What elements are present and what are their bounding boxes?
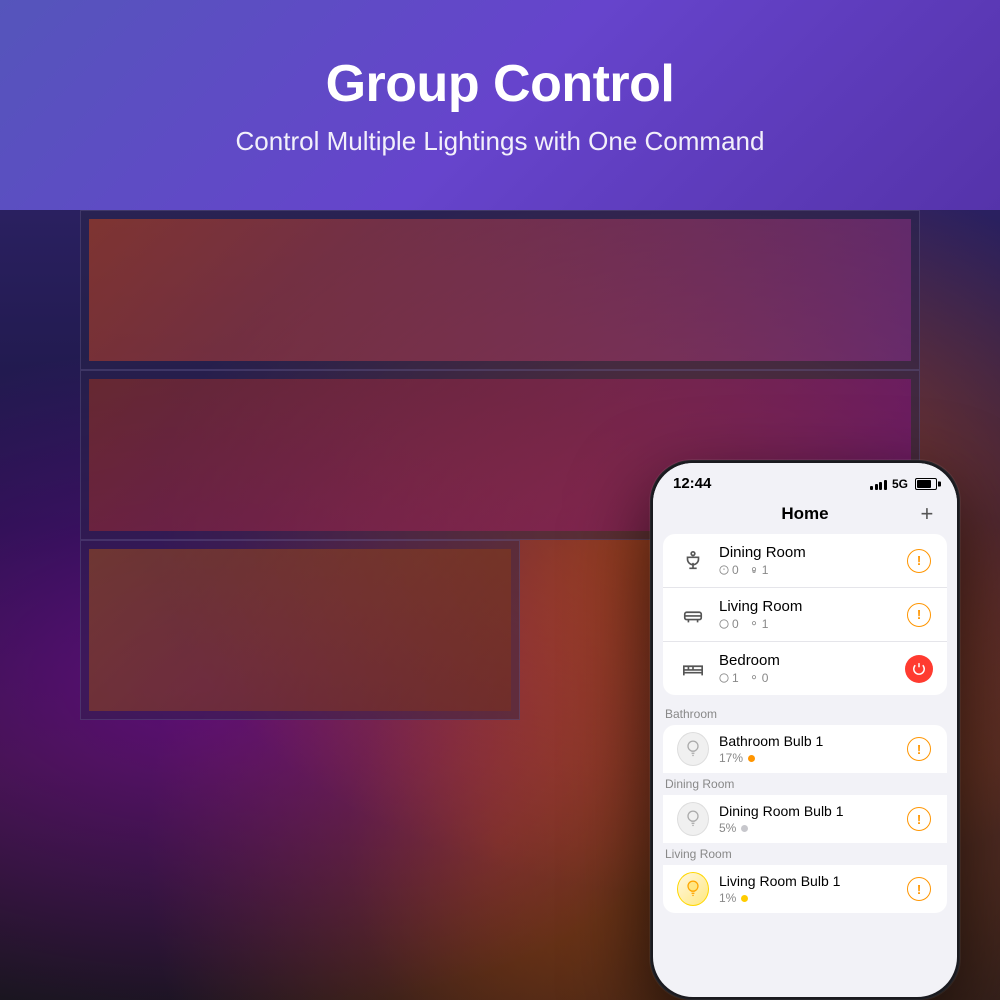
- dining-room-name: Dining Room: [719, 544, 905, 561]
- device-item-dining-bulb1[interactable]: Dining Room Bulb 1 5% !: [663, 795, 947, 843]
- signal-bars-icon: [870, 478, 887, 490]
- living-room-name: Living Room: [719, 598, 905, 615]
- status-time: 12:44: [673, 475, 711, 492]
- status-dot-dining: [741, 825, 748, 832]
- network-type: 5G: [892, 477, 908, 491]
- bedroom-bulb-count: 0: [749, 671, 769, 685]
- device-item-bathroom-bulb1[interactable]: Bathroom Bulb 1 17% !: [663, 725, 947, 773]
- bulb-active-circle-living: [677, 872, 709, 906]
- device-item-living-bulb1[interactable]: Living Room Bulb 1 1% !: [663, 865, 947, 913]
- bathroom-bulb1-name: Bathroom Bulb 1: [719, 733, 905, 749]
- device-list-dining: Dining Room Bulb 1 5% !: [663, 795, 947, 843]
- bedroom-plug-count: 1: [719, 671, 739, 685]
- dining-room-stats: 0 1: [719, 563, 905, 577]
- device-list-living: Living Room Bulb 1 1% !: [663, 865, 947, 913]
- bathroom-bulb1-action[interactable]: !: [905, 735, 933, 763]
- dining-bulb1-status: 5%: [719, 821, 905, 835]
- room-item-dining[interactable]: Dining Room 0 1: [663, 534, 947, 588]
- bedroom-action[interactable]: [905, 655, 933, 683]
- bathroom-bulb1-icon: [677, 733, 709, 765]
- living-room-icon: [677, 599, 709, 631]
- battery-icon: [915, 478, 937, 490]
- header-section: Group Control Control Multiple Lightings…: [0, 0, 1000, 210]
- alert-icon-bathroom-bulb1: !: [907, 737, 931, 761]
- dining-bulb1-action[interactable]: !: [905, 805, 933, 833]
- bedroom-name: Bedroom: [719, 652, 905, 669]
- living-bulb-count: 1: [749, 617, 769, 631]
- phone-screen: 12:44 5G: [653, 463, 957, 997]
- section-header-living-device: Living Room: [653, 843, 957, 865]
- living-bulb1-action[interactable]: !: [905, 875, 933, 903]
- living-plug-count: 0: [719, 617, 739, 631]
- status-bar: 12:44 5G: [653, 463, 957, 496]
- living-bulb1-name: Living Room Bulb 1: [719, 873, 905, 889]
- power-icon-bedroom: [905, 655, 933, 683]
- page-wrapper: Group Control Control Multiple Lightings…: [0, 0, 1000, 1000]
- alert-icon-dining: !: [907, 549, 931, 573]
- app-title: Home: [781, 504, 828, 524]
- living-bulb1-info: Living Room Bulb 1 1%: [719, 873, 905, 905]
- bulb-inactive-circle-dining: [677, 802, 709, 836]
- alert-icon-living: !: [907, 603, 931, 627]
- bathroom-bulb1-percent: 17%: [719, 751, 743, 765]
- add-button[interactable]: +: [915, 502, 939, 526]
- house-lower-floor: [80, 540, 520, 720]
- dining-room-action[interactable]: !: [905, 547, 933, 575]
- living-bulb1-status: 1%: [719, 891, 905, 905]
- room-item-bedroom[interactable]: Bedroom 1 0: [663, 642, 947, 695]
- section-header-bathroom: Bathroom: [653, 703, 957, 725]
- dining-room-icon: [677, 545, 709, 577]
- bedroom-stats: 1 0: [719, 671, 905, 685]
- dining-bulb1-icon: [677, 803, 709, 835]
- section-header-dining-device: Dining Room: [653, 773, 957, 795]
- dining-bulb1-percent: 5%: [719, 821, 736, 835]
- dining-bulb1-info: Dining Room Bulb 1 5%: [719, 803, 905, 835]
- phone-container: 12:44 5G: [650, 460, 960, 1000]
- bathroom-bulb1-info: Bathroom Bulb 1 17%: [719, 733, 905, 765]
- main-title: Group Control: [326, 54, 675, 114]
- alert-icon-living-bulb1: !: [907, 877, 931, 901]
- device-list-bathroom: Bathroom Bulb 1 17% !: [663, 725, 947, 773]
- bathroom-bulb1-status: 17%: [719, 751, 905, 765]
- room-item-living[interactable]: Living Room 0 1: [663, 588, 947, 642]
- status-dot-bathroom: [748, 755, 755, 762]
- dining-plug-count: 0: [719, 563, 739, 577]
- bulb-inactive-circle: [677, 732, 709, 766]
- dining-bulb-count: 1: [749, 563, 769, 577]
- room-list: Dining Room 0 1: [663, 534, 947, 695]
- living-room-stats: 0 1: [719, 617, 905, 631]
- living-room-action[interactable]: !: [905, 601, 933, 629]
- status-dot-living: [741, 895, 748, 902]
- app-header: Home +: [653, 496, 957, 534]
- phone-outer-shell: 12:44 5G: [650, 460, 960, 1000]
- battery-fill: [917, 480, 931, 488]
- living-room-info: Living Room 0 1: [719, 598, 905, 631]
- living-bulb1-percent: 1%: [719, 891, 736, 905]
- living-bulb1-icon: [677, 873, 709, 905]
- sub-title: Control Multiple Lightings with One Comm…: [236, 126, 765, 157]
- alert-icon-dining-bulb1: !: [907, 807, 931, 831]
- house-upper-floor: [80, 210, 920, 370]
- bedroom-info: Bedroom 1 0: [719, 652, 905, 685]
- status-icons: 5G: [870, 477, 937, 491]
- bedroom-icon: [677, 653, 709, 685]
- dining-bulb1-name: Dining Room Bulb 1: [719, 803, 905, 819]
- dining-room-info: Dining Room 0 1: [719, 544, 905, 577]
